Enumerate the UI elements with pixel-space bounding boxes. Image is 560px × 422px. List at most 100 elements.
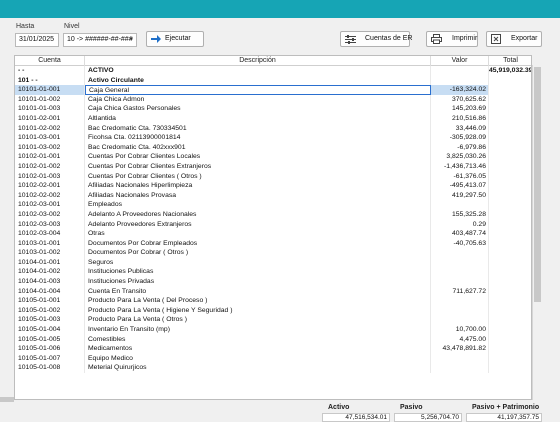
vertical-scrollbar[interactable] — [532, 65, 542, 400]
table-row[interactable]: 10102-01-003 Cuentas Por Cobrar Clientes … — [15, 171, 531, 182]
cell-cuenta[interactable]: 10105-01-006 — [15, 344, 85, 354]
cell-total[interactable] — [489, 354, 531, 364]
cell-descripcion[interactable]: Seguros — [85, 257, 431, 268]
cell-descripcion[interactable]: Afiliadas Nacionales Provasa — [85, 190, 431, 201]
table-row[interactable]: 10104-01-004 Cuenta En Transito 711,627.72 — [15, 286, 531, 297]
table-row[interactable]: 10101-03-001 Ficohsa Cta. 02113900001814-… — [15, 133, 531, 143]
cell-valor[interactable]: -163,324.02 — [431, 85, 489, 95]
table-row[interactable]: 10102-01-001 Cuentas Por Cobrar Clientes … — [15, 152, 531, 162]
table-row[interactable]: 10102-02-002 Afiliadas Nacionales Provasa… — [15, 190, 531, 201]
cell-valor[interactable] — [431, 363, 489, 373]
cell-descripcion[interactable]: Inventario En Transito (mp) — [85, 325, 431, 335]
cell-valor[interactable]: -40,705.63 — [431, 238, 489, 249]
cell-valor[interactable]: 0.29 — [431, 219, 489, 230]
table-row[interactable]: - - ACTIVO 45,919,032.39 — [15, 66, 531, 76]
cell-total[interactable] — [489, 267, 531, 277]
cell-descripcion[interactable]: Equipo Medico — [85, 353, 431, 364]
cell-valor[interactable]: 403,487.74 — [431, 229, 489, 239]
cell-valor[interactable]: 711,627.72 — [431, 286, 489, 297]
cell-cuenta[interactable]: 10105-01-004 — [15, 325, 85, 335]
table-row[interactable]: 10102-03-001 Empleados — [15, 200, 531, 210]
cell-descripcion[interactable]: Instituciones Publicas — [85, 267, 431, 278]
cell-total[interactable] — [489, 248, 531, 258]
balance-grid[interactable]: Cuenta Descripción Valor Total - - ACTIVO… — [14, 55, 532, 400]
cell-total[interactable] — [489, 210, 531, 220]
cell-cuenta[interactable]: 10105-01-001 — [15, 296, 85, 306]
cell-total[interactable] — [489, 133, 531, 143]
cell-valor[interactable]: 4,475.00 — [431, 334, 489, 345]
cell-total[interactable] — [489, 162, 531, 172]
cell-cuenta[interactable]: 10102-01-002 — [15, 161, 85, 172]
cell-total[interactable]: 45,919,032.39 — [489, 66, 531, 76]
scrollbar-thumb[interactable] — [534, 67, 541, 302]
cell-valor[interactable] — [431, 75, 489, 86]
cell-descripcion[interactable]: Cuentas Por Cobrar Clientes Locales — [85, 152, 431, 162]
cell-descripcion[interactable]: Adelanto Proveedores Extranjeros — [85, 219, 431, 230]
cell-total[interactable] — [489, 287, 531, 297]
cell-cuenta[interactable]: 10101-03-001 — [15, 133, 85, 143]
cell-valor[interactable]: 33,446.09 — [431, 123, 489, 134]
cell-cuenta[interactable]: 10103-01-002 — [15, 248, 85, 258]
cell-total[interactable] — [489, 76, 531, 86]
table-row[interactable]: 10105-01-002 Producto Para La Venta ( Hig… — [15, 305, 531, 316]
table-row[interactable]: 10101-02-001 Altlantida 210,516.86 — [15, 113, 531, 124]
table-row[interactable]: 10105-01-007 Equipo Medico — [15, 353, 531, 364]
cell-valor[interactable] — [431, 200, 489, 210]
cell-valor[interactable] — [431, 277, 489, 287]
cell-valor[interactable]: 3,825,030.26 — [431, 152, 489, 162]
cell-valor[interactable]: -61,376.05 — [431, 171, 489, 182]
table-row[interactable]: 10104-01-002 Instituciones Publicas — [15, 267, 531, 278]
cell-valor[interactable] — [431, 66, 489, 76]
table-row[interactable]: 10105-01-004 Inventario En Transito (mp) 1… — [15, 325, 531, 335]
cell-total[interactable] — [489, 191, 531, 201]
cell-total[interactable] — [489, 114, 531, 124]
cell-cuenta[interactable]: 10101-01-002 — [15, 94, 85, 105]
cell-total[interactable] — [489, 296, 531, 306]
cell-descripcion[interactable]: Adelanto A Proveedores Nacionales — [85, 209, 431, 220]
cell-total[interactable] — [489, 229, 531, 239]
cell-descripcion[interactable]: Meterial Quirurjicos — [85, 363, 431, 373]
table-row[interactable]: 10105-01-001 Producto Para La Venta ( Del… — [15, 296, 531, 306]
cell-descripcion[interactable]: Bac Credomatic Cta. 402xxx901 — [85, 142, 431, 153]
cell-total[interactable] — [489, 172, 531, 182]
cell-total[interactable] — [489, 325, 531, 335]
column-header-total[interactable]: Total — [489, 56, 531, 66]
cell-descripcion[interactable]: Comestibles — [85, 334, 431, 345]
table-row[interactable]: 10101-01-003 Caja Chica Gastos Personales… — [15, 104, 531, 114]
cell-total[interactable] — [489, 306, 531, 316]
table-row[interactable]: 10101-03-002 Bac Credomatic Cta. 402xxx90… — [15, 142, 531, 153]
cell-valor[interactable] — [431, 353, 489, 364]
cell-descripcion[interactable]: Altlantida — [85, 113, 431, 124]
cell-total[interactable] — [489, 335, 531, 345]
cell-cuenta[interactable]: 10102-02-002 — [15, 190, 85, 201]
cell-valor[interactable]: -1,436,713.46 — [431, 161, 489, 172]
cell-total[interactable] — [489, 277, 531, 287]
nivel-select[interactable]: 10 -> ######-##-### ▾ — [63, 33, 137, 47]
cell-descripcion[interactable]: ACTIVO — [85, 66, 431, 76]
cell-total[interactable] — [489, 104, 531, 114]
cell-total[interactable] — [489, 85, 531, 95]
cell-total[interactable] — [489, 315, 531, 325]
cell-cuenta[interactable]: - - — [15, 66, 85, 76]
cell-cuenta[interactable]: 10102-03-002 — [15, 209, 85, 220]
cell-valor[interactable]: -6,979.86 — [431, 142, 489, 153]
cell-cuenta[interactable]: 10101-01-003 — [15, 104, 85, 114]
cell-valor[interactable]: 10,700.00 — [431, 325, 489, 335]
cell-descripcion[interactable]: Producto Para La Venta ( Otros ) — [85, 315, 431, 326]
cell-descripcion[interactable]: Bac Credomatic Cta. 730334501 — [85, 123, 431, 134]
cell-total[interactable] — [489, 152, 531, 162]
cuentas-er-button[interactable]: Cuentas de ER — [340, 31, 412, 47]
cell-descripcion[interactable]: Cuentas Por Cobrar Clientes Extranjeros — [85, 161, 431, 172]
cell-cuenta[interactable]: 10102-03-001 — [15, 200, 85, 210]
cell-cuenta[interactable]: 101 - - — [15, 75, 85, 86]
cell-cuenta[interactable]: 10105-01-002 — [15, 305, 85, 316]
cell-valor[interactable] — [431, 315, 489, 326]
table-row[interactable]: 10101-01-002 Caja Chica Admon 370,625.62 — [15, 94, 531, 105]
cell-total[interactable] — [489, 220, 531, 230]
cell-valor[interactable]: 43,478,891.82 — [431, 344, 489, 354]
table-row[interactable]: 10104-01-001 Seguros — [15, 257, 531, 268]
cell-descripcion[interactable]: Documentos Por Cobrar ( Otros ) — [85, 248, 431, 258]
table-row[interactable]: 10101-01-001 Caja General -163,324.02 — [15, 85, 531, 95]
cell-cuenta[interactable]: 10101-03-002 — [15, 142, 85, 153]
cell-valor[interactable]: 370,625.62 — [431, 94, 489, 105]
